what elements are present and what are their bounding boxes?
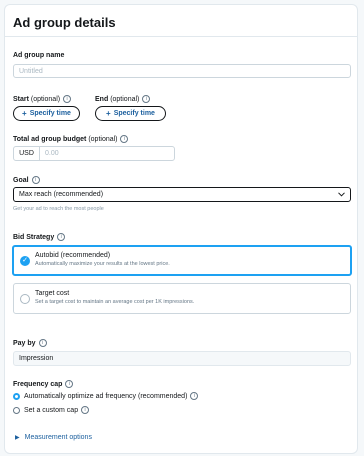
goal-label: Goal i (13, 176, 40, 184)
budget-input[interactable]: USD 0.00 (13, 146, 175, 161)
start-button-label: Specify time (29, 110, 71, 117)
check-icon: ✓ (20, 256, 30, 266)
radio-icon (13, 406, 20, 414)
end-button-label: Specify time (113, 110, 155, 117)
info-icon[interactable]: i (142, 95, 151, 103)
frequency-option-label: Set a custom cap (24, 406, 79, 414)
pay-by-label-text: Pay by (13, 339, 36, 347)
end-optional-text: (optional) (110, 95, 140, 103)
start-specify-time-button[interactable]: + Specify time (13, 106, 80, 121)
bid-strategy-label: Bid Strategy i (13, 233, 66, 241)
pay-by-label: Pay by i (13, 339, 47, 347)
bid-option-desc: Automatically maximize your results at t… (35, 261, 170, 267)
end-label: End (optional) i (95, 95, 151, 103)
frequency-option-auto[interactable]: Automatically optimize ad frequency (rec… (13, 392, 199, 400)
bid-option-text: Autobid (recommended) Automatically maxi… (35, 252, 170, 267)
goal-select[interactable]: Max reach (recommended) (13, 187, 351, 202)
bid-option-desc: Set a target cost to maintain an average… (35, 299, 195, 305)
ad-group-name-placeholder: Untitled (19, 67, 43, 75)
measurement-options-label: Measurement options (24, 434, 92, 441)
bid-option-target-cost[interactable]: Target cost Set a target cost to maintai… (13, 283, 351, 314)
info-icon[interactable]: i (31, 176, 40, 184)
bid-option-autobid[interactable]: ✓ Autobid (recommended) Automatically ma… (12, 245, 352, 276)
bid-option-title: Target cost (35, 290, 70, 297)
goal-label-text: Goal (13, 176, 29, 184)
info-icon[interactable]: i (65, 380, 74, 388)
end-specify-time-button[interactable]: + Specify time (95, 106, 166, 121)
caret-right-icon: ▶ (15, 435, 20, 441)
measurement-options-toggle[interactable]: ▶ Measurement options (15, 434, 92, 441)
info-icon[interactable]: i (120, 135, 129, 143)
bid-strategy-label-text: Bid Strategy (13, 233, 55, 241)
page-title: Ad group details (13, 15, 116, 30)
plus-icon: + (22, 109, 27, 118)
panel-header: Ad group details (5, 5, 357, 37)
goal-help-text: Get your ad to reach the most people (13, 206, 104, 212)
goal-selected-value: Max reach (recommended) (19, 191, 104, 198)
info-icon[interactable]: i (81, 406, 90, 414)
radio-selected-icon (13, 392, 20, 400)
ad-group-name-input[interactable]: Untitled (13, 64, 351, 78)
start-optional-text: (optional) (30, 95, 61, 103)
frequency-cap-label-text: Frequency cap (13, 380, 63, 388)
info-icon[interactable]: i (57, 233, 66, 241)
pay-by-value: Impression (19, 355, 54, 362)
info-icon[interactable]: i (190, 392, 199, 400)
bid-option-title: Autobid (recommended) (35, 252, 111, 259)
budget-placeholder: 0.00 (45, 150, 59, 157)
start-label-text: Start (13, 95, 29, 103)
info-icon[interactable]: i (63, 95, 72, 103)
plus-icon: + (106, 109, 111, 118)
start-label: Start (optional) i (13, 95, 72, 103)
info-icon[interactable]: i (38, 339, 47, 347)
bid-option-text: Target cost Set a target cost to maintai… (35, 290, 194, 305)
pay-by-field: Impression (13, 351, 351, 366)
budget-optional-text: (optional) (88, 135, 118, 143)
budget-label: Total ad group budget (optional) i (13, 135, 129, 143)
ad-group-name-label: Ad group name (13, 52, 65, 59)
ad-group-details-panel: Ad group details Ad group name Untitled … (4, 4, 358, 454)
radio-icon (20, 294, 30, 304)
frequency-option-custom[interactable]: Set a custom cap i (13, 406, 90, 414)
budget-label-text: Total ad group budget (13, 135, 87, 143)
frequency-cap-label: Frequency cap i (13, 380, 74, 388)
end-label-text: End (95, 95, 109, 103)
chevron-down-icon (338, 192, 345, 197)
currency-label: USD (14, 147, 40, 160)
frequency-option-label: Automatically optimize ad frequency (rec… (24, 392, 188, 400)
